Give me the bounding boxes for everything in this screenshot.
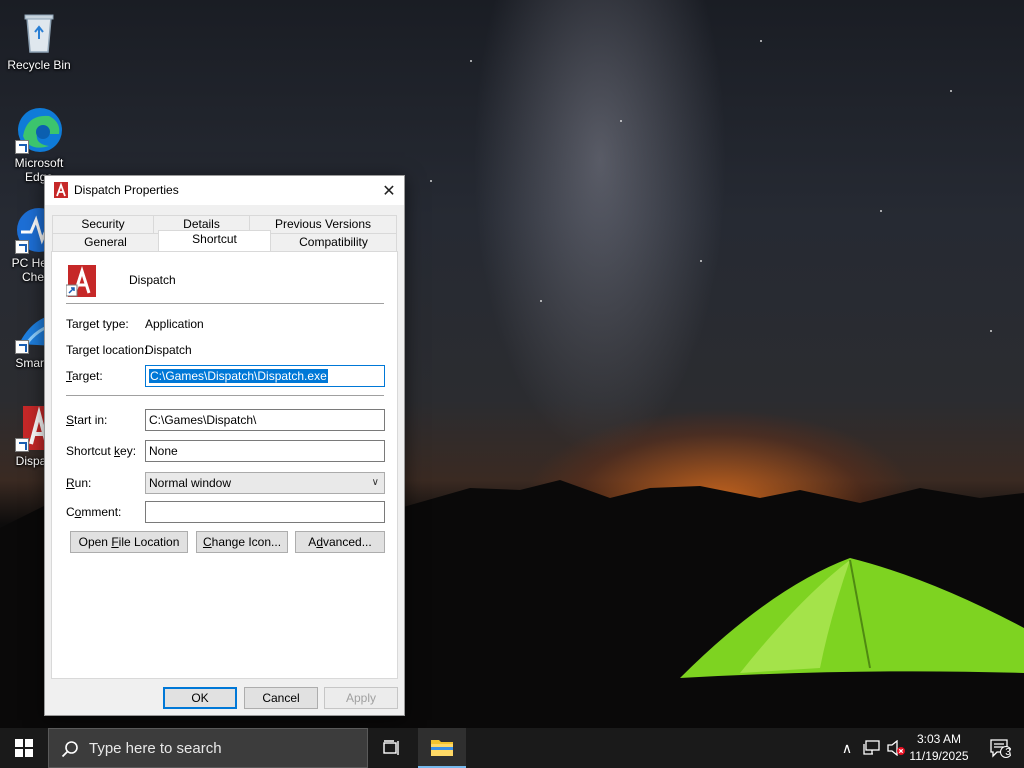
target-location-label: Target location: <box>66 343 148 357</box>
open-file-location-rest: ile Location <box>118 535 180 549</box>
target-input[interactable]: C:\Games\Dispatch\Dispatch.exe <box>145 365 385 387</box>
advanced-rest: vanced... <box>323 535 372 549</box>
start-in-input[interactable]: C:\Games\Dispatch\ <box>145 409 385 431</box>
tab-shortcut[interactable]: Shortcut <box>158 230 271 251</box>
run-label-accel: R <box>66 476 75 490</box>
folder-icon <box>431 740 453 756</box>
volume-button[interactable] <box>884 728 908 768</box>
chevron-up-icon: ∧ <box>841 739 853 756</box>
dispatch-app-icon <box>65 265 98 297</box>
star <box>880 210 882 212</box>
start-button[interactable] <box>0 728 48 768</box>
comment-input[interactable] <box>145 501 385 523</box>
star <box>950 90 952 92</box>
run-select[interactable]: Normal window ∨ <box>145 472 385 494</box>
cancel-button[interactable]: Cancel <box>244 687 318 709</box>
edge-icon <box>15 106 63 154</box>
star <box>760 40 762 42</box>
search-placeholder: Type here to search <box>89 740 222 757</box>
star <box>470 60 472 62</box>
target-input-value: C:\Games\Dispatch\Dispatch.exe <box>149 369 328 383</box>
apply-button[interactable]: Apply <box>324 687 398 709</box>
clock-time[interactable]: 3:03 AM <box>906 732 972 746</box>
notification-count: 3 <box>1005 747 1011 758</box>
comment-label-rest: mment: <box>81 505 122 519</box>
star <box>540 300 542 302</box>
advanced-button[interactable]: Advanced... <box>295 531 385 553</box>
target-label-rest: arget: <box>72 369 103 383</box>
star <box>620 120 622 122</box>
run-label-rest: un: <box>74 476 92 490</box>
open-file-location-button[interactable]: Open File Location <box>70 531 188 553</box>
divider <box>66 303 384 304</box>
network-button[interactable] <box>860 728 884 768</box>
desktop-icon-recycle-bin[interactable]: Recycle Bin <box>1 8 77 72</box>
desktop-icon-microsoft-edge[interactable]: Microsoft Edge <box>1 106 77 184</box>
advanced-accel: d <box>316 535 323 549</box>
task-view-button[interactable] <box>368 728 416 768</box>
properties-dialog: Dispatch Properties ✕ Security Details P… <box>44 175 405 716</box>
open-file-location-accel: F <box>111 535 119 549</box>
comment-label: Comment: <box>66 505 121 519</box>
shortcut-arrow-icon <box>15 438 29 452</box>
open-file-location-pre: Open <box>78 535 112 549</box>
comment-label-pre: C <box>66 505 75 519</box>
tab-general[interactable]: General <box>52 233 159 251</box>
dialog-titlebar[interactable]: Dispatch Properties ✕ <box>45 176 404 205</box>
windows-logo-icon <box>15 739 33 757</box>
star <box>990 330 992 332</box>
volume-muted-icon <box>887 740 905 756</box>
start-in-label: Start in: <box>66 413 107 427</box>
file-explorer-button[interactable] <box>418 728 466 768</box>
desktop-icon-label: Recycle Bin <box>7 58 71 72</box>
change-icon-rest: hange Icon... <box>211 535 282 549</box>
divider <box>66 395 384 396</box>
start-in-label-accel: S <box>66 413 75 427</box>
star <box>430 180 432 182</box>
dialog-title: Dispatch Properties <box>74 183 179 197</box>
search-icon <box>61 741 78 758</box>
target-location-value: Dispatch <box>145 343 192 357</box>
dispatch-icon <box>53 182 69 198</box>
target-type-value: Application <box>145 317 204 331</box>
tab-security[interactable]: Security <box>52 215 154 233</box>
shortcut-arrow-icon <box>15 340 29 354</box>
tab-strip: Security Details Previous Versions Gener… <box>52 215 397 253</box>
app-name: Dispatch <box>129 273 176 287</box>
shortcut-key-label: Shortcut key: <box>66 444 136 458</box>
target-type-label: Target type: <box>66 317 129 331</box>
star <box>700 260 702 262</box>
change-icon-accel: C <box>202 535 212 549</box>
start-in-label-rest: tart in: <box>74 413 108 427</box>
show-hidden-icons-button[interactable]: ∧ <box>836 728 858 768</box>
taskbar: Type here to search ∧ 3:03 AM 11/19/2025 <box>0 728 1024 768</box>
chevron-down-icon: ∨ <box>371 477 379 488</box>
close-button[interactable]: ✕ <box>374 176 404 205</box>
tab-previous-versions[interactable]: Previous Versions <box>249 215 397 233</box>
run-select-value: Normal window <box>149 476 232 490</box>
taskbar-search-box[interactable]: Type here to search <box>48 728 368 768</box>
recycle-bin-icon <box>15 8 63 56</box>
target-label: Target: <box>66 369 103 383</box>
shortcut-key-input[interactable]: None <box>145 440 385 462</box>
shortcut-arrow-icon <box>15 240 29 254</box>
close-icon: ✕ <box>382 182 396 200</box>
change-icon-button[interactable]: Change Icon... <box>196 531 288 553</box>
action-center-button[interactable]: 3 <box>976 728 1024 768</box>
clock-date[interactable]: 11/19/2025 <box>906 749 972 763</box>
network-icon <box>863 740 880 755</box>
run-label: Run: <box>66 476 91 490</box>
shortcut-key-label-pre: Shortcut <box>66 444 115 458</box>
shortcut-panel: Dispatch Target type: Application Target… <box>51 251 398 679</box>
shortcut-key-label-rest: ey: <box>120 444 137 458</box>
tab-compatibility[interactable]: Compatibility <box>270 233 397 251</box>
ok-button[interactable]: OK <box>163 687 237 709</box>
shortcut-arrow-icon <box>15 140 29 154</box>
task-view-icon <box>383 740 399 755</box>
